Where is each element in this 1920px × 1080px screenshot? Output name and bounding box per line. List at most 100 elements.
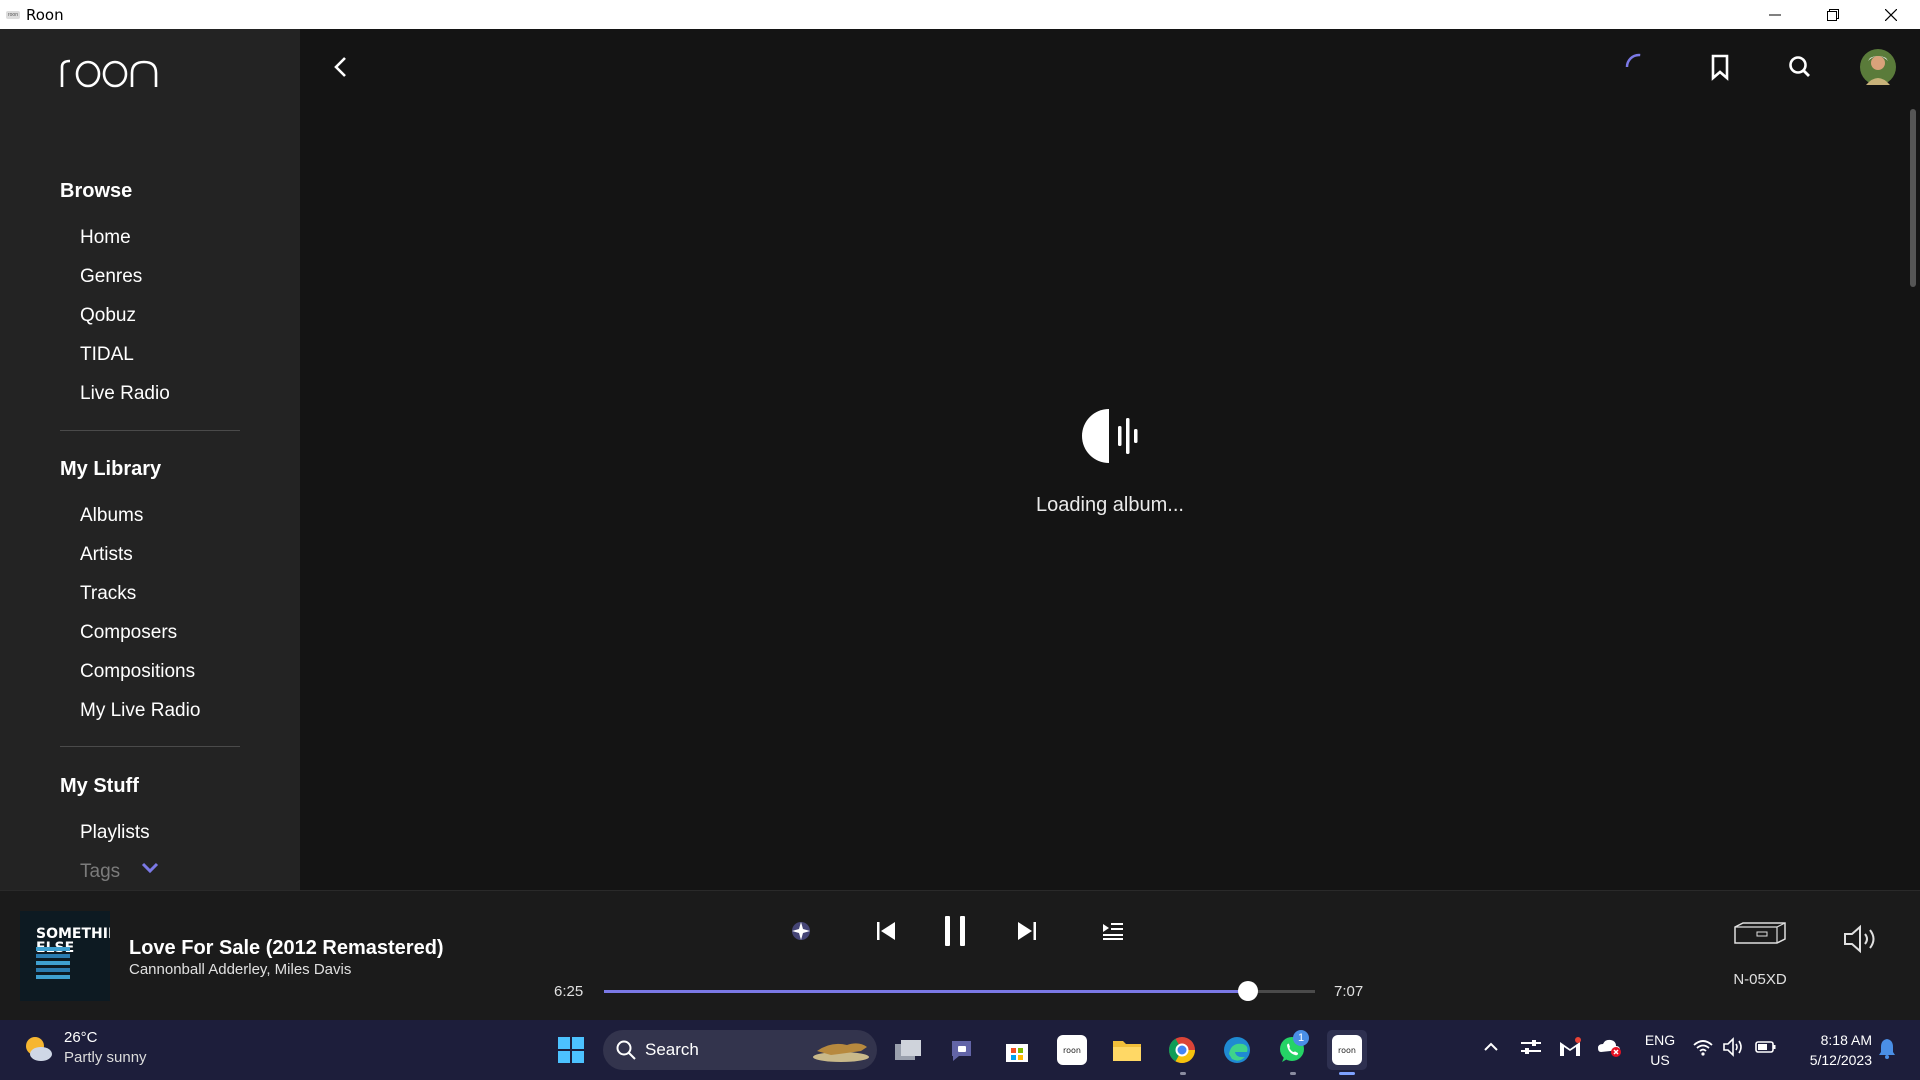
notifications-button[interactable]: [1876, 1036, 1898, 1065]
onedrive-button[interactable]: [1597, 1036, 1623, 1063]
clock-date: 5/12/2023: [1809, 1052, 1872, 1068]
chrome-button[interactable]: [1162, 1030, 1202, 1070]
zone-device-button[interactable]: [1733, 921, 1787, 952]
file-explorer-button[interactable]: [1107, 1030, 1147, 1070]
track-title[interactable]: Love For Sale (2012 Remastered): [129, 937, 444, 960]
activity-spinner-icon: [1621, 49, 1657, 90]
search-icon: [616, 1040, 636, 1060]
close-icon: [1885, 8, 1897, 21]
sidebar-item-genres[interactable]: Genres: [80, 266, 142, 288]
sidebar-item-composers[interactable]: Composers: [80, 622, 177, 644]
running-app-indicator: [1180, 1072, 1186, 1075]
sidebar-item-tracks[interactable]: Tracks: [80, 583, 136, 605]
sidebar-item-compositions[interactable]: Compositions: [80, 661, 195, 683]
running-app-indicator: [1290, 1072, 1296, 1075]
speaker-icon: [1723, 1037, 1742, 1057]
taskbar-search[interactable]: Search: [603, 1030, 877, 1070]
browse-heading: Browse: [60, 180, 133, 202]
cloud-error-icon: [1598, 1039, 1621, 1057]
avatar[interactable]: [1860, 49, 1896, 90]
search-button[interactable]: [1782, 49, 1818, 90]
edge-button[interactable]: [1217, 1030, 1257, 1070]
roon-taskbar-button[interactable]: roon: [1052, 1030, 1092, 1070]
weather-condition: Partly sunny: [64, 1049, 147, 1066]
pause-button[interactable]: [935, 911, 975, 951]
zone-name[interactable]: N-05XD: [1700, 971, 1820, 988]
queue-button[interactable]: [1093, 911, 1133, 951]
queue-icon: [1103, 923, 1123, 940]
wifi-button[interactable]: [1692, 1036, 1714, 1063]
restore-icon: [1827, 8, 1839, 21]
taskbar-clock[interactable]: 8:18 AM 5/12/2023: [1786, 1030, 1872, 1070]
sidebar-item-playlists[interactable]: Playlists: [80, 822, 150, 844]
sidebar-item-tidal[interactable]: TIDAL: [80, 344, 134, 366]
close-button[interactable]: [1862, 0, 1920, 29]
tray-app-button[interactable]: [1558, 1036, 1582, 1063]
window-title-bar: roon Roon: [0, 0, 1920, 29]
active-app-indicator: [1339, 1072, 1355, 1075]
my-stuff-heading: My Stuff: [60, 775, 139, 797]
next-track-button[interactable]: [1007, 911, 1047, 951]
sidebar-item-live-radio[interactable]: Live Radio: [80, 383, 170, 405]
start-button[interactable]: [551, 1030, 591, 1070]
speaker-button[interactable]: [1722, 1036, 1744, 1063]
show-hidden-icons-button[interactable]: [1480, 1036, 1502, 1063]
album-art[interactable]: SOMETHIN' ELSE: [20, 911, 110, 1001]
store-icon: [1006, 1044, 1028, 1062]
roon-app-icon: roon: [6, 10, 20, 19]
input-language[interactable]: ENG US: [1640, 1030, 1680, 1070]
scrollbar[interactable]: [1910, 109, 1916, 287]
sidebar-item-artists[interactable]: Artists: [80, 544, 133, 566]
chevron-down-icon[interactable]: [140, 861, 160, 880]
roon-logo-icon: [60, 59, 158, 88]
taskbar-search-label: Search: [645, 1040, 699, 1059]
taskbar: 26°C Partly sunny Search roon roon ENG U…: [0, 1020, 1920, 1080]
volume-icon: [1844, 924, 1875, 954]
sidebar-item-albums[interactable]: Albums: [80, 505, 143, 527]
sidebar-item-home[interactable]: Home: [80, 227, 131, 249]
clock-time: 8:18 AM: [1820, 1032, 1872, 1048]
seek-bar-handle[interactable]: [1238, 981, 1258, 1001]
seek-bar[interactable]: [604, 981, 1315, 1001]
back-button[interactable]: [330, 55, 354, 79]
loading-text: Loading album...: [1036, 494, 1184, 516]
input-language-region: US: [1650, 1052, 1670, 1068]
sidebar-item-tags[interactable]: Tags: [80, 861, 120, 883]
wifi-icon: [1693, 1040, 1713, 1056]
task-view-button[interactable]: [888, 1030, 928, 1070]
battery-button[interactable]: [1754, 1036, 1778, 1063]
partly-sunny-icon: [26, 1037, 52, 1061]
svg-text:roon: roon: [1338, 1046, 1356, 1055]
now-playing-bar: SOMETHIN' ELSE Love For Sale (2012 Remas…: [0, 890, 1920, 1020]
teams-chat-button[interactable]: [943, 1030, 983, 1070]
roon-app-icon: roon: [1057, 1035, 1087, 1065]
minimize-button[interactable]: [1746, 0, 1804, 29]
previous-track-button[interactable]: [866, 911, 906, 951]
input-language-code: ENG: [1644, 1032, 1676, 1048]
weather-widget[interactable]: 26°C Partly sunny: [20, 1028, 147, 1068]
gmail-icon: [1560, 1037, 1581, 1056]
svg-text:roon: roon: [1063, 1046, 1081, 1055]
roon-active-taskbar-button[interactable]: roon: [1327, 1030, 1367, 1070]
task-view-icon: [895, 1040, 921, 1060]
sidebar-item-my-live-radio[interactable]: My Live Radio: [80, 700, 200, 722]
minimize-icon: [1769, 14, 1781, 15]
nav-divider: [60, 430, 240, 431]
seek-bar-fill: [604, 990, 1248, 993]
sidebar-item-qobuz[interactable]: Qobuz: [80, 305, 136, 327]
volume-button[interactable]: [1842, 923, 1882, 960]
skip-next-icon: [1018, 922, 1036, 940]
restore-button[interactable]: [1804, 0, 1862, 29]
microsoft-store-button[interactable]: [997, 1030, 1037, 1070]
bookmark-icon: [1711, 54, 1729, 81]
radio-sparkle-button[interactable]: [781, 911, 821, 951]
bookmark-button[interactable]: [1702, 49, 1738, 90]
track-artist[interactable]: Cannonball Adderley, Miles Davis: [129, 961, 351, 978]
tray-app-button[interactable]: [1519, 1036, 1543, 1063]
whatsapp-notification-badge: 1: [1293, 1030, 1309, 1046]
track-duration: 7:07: [1334, 983, 1364, 1000]
window-title: Roon: [26, 5, 64, 24]
skip-previous-icon: [877, 922, 895, 940]
window-controls: [1746, 0, 1920, 29]
roon-logo[interactable]: [60, 53, 166, 94]
